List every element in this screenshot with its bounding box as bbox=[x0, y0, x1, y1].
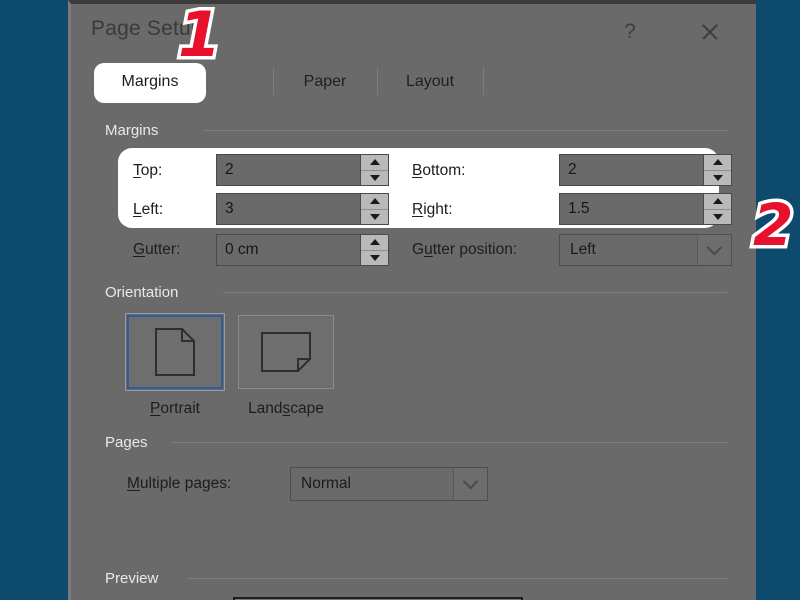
portrait-label-rest: ortrait bbox=[160, 400, 200, 417]
gutter-label: Gutter: bbox=[133, 241, 181, 258]
help-button[interactable]: ? bbox=[604, 4, 656, 59]
right-margin-increment-button[interactable] bbox=[704, 194, 731, 209]
close-icon bbox=[700, 22, 720, 42]
right-margin-label: Right: bbox=[412, 201, 453, 218]
left-margin-spin-buttons[interactable] bbox=[360, 194, 388, 224]
tab-layout-label: Layout bbox=[405, 72, 455, 90]
right-margin-value[interactable]: 1.5 bbox=[560, 194, 703, 224]
annotation-2-text: 2 bbox=[753, 191, 794, 259]
arrow-down-icon bbox=[712, 213, 723, 220]
page-setup-dialog: Page Setup ? Margins Paper Layout Margin… bbox=[68, 0, 756, 600]
bottom-margin-spin-buttons[interactable] bbox=[703, 155, 731, 185]
multiple-pages-dropdown-arrow[interactable] bbox=[453, 468, 487, 500]
left-margin-increment-button[interactable] bbox=[361, 194, 388, 209]
orientation-portrait-option[interactable] bbox=[125, 313, 225, 391]
chevron-down-icon bbox=[706, 239, 723, 255]
top-margin-value[interactable]: 2 bbox=[217, 155, 360, 185]
right-margin-spinner[interactable]: 1.5 bbox=[559, 193, 732, 225]
arrow-down-icon bbox=[369, 254, 380, 261]
bottom-margin-increment-button[interactable] bbox=[704, 155, 731, 170]
pages-group-label: Pages bbox=[105, 434, 148, 451]
tab-paper-label: Paper bbox=[303, 72, 347, 90]
top-margin-label: Top: bbox=[133, 162, 163, 179]
gutter-position-dropdown-arrow[interactable] bbox=[697, 235, 731, 265]
annotation-2: 2 2 bbox=[749, 191, 800, 266]
tab-separator bbox=[483, 67, 484, 95]
left-margin-spinner[interactable]: 3 bbox=[216, 193, 389, 225]
bottom-margin-decrement-button[interactable] bbox=[704, 169, 731, 185]
orientation-group-label: Orientation bbox=[105, 284, 179, 301]
top-margin-decrement-button[interactable] bbox=[361, 169, 388, 185]
close-button[interactable] bbox=[684, 4, 736, 59]
left-margin-label: Left: bbox=[133, 201, 164, 218]
top-margin-spinner[interactable]: 2 bbox=[216, 154, 389, 186]
right-margin-spin-buttons[interactable] bbox=[703, 194, 731, 224]
right-margin-decrement-button[interactable] bbox=[704, 208, 731, 224]
dialog-titlebar[interactable]: Page Setup ? bbox=[71, 4, 756, 59]
multiple-pages-dropdown[interactable]: Normal bbox=[290, 467, 488, 501]
orientation-portrait-label: Portrait bbox=[150, 400, 200, 417]
pages-group-rule bbox=[171, 442, 727, 443]
gutter-position-label: Gutter position: bbox=[412, 241, 518, 258]
portrait-page-icon bbox=[155, 328, 195, 376]
orientation-landscape-option[interactable] bbox=[238, 315, 334, 389]
tab-layout[interactable]: Layout bbox=[377, 59, 483, 104]
arrow-up-icon bbox=[712, 198, 723, 205]
bottom-margin-spinner[interactable]: 2 bbox=[559, 154, 732, 186]
gutter-value[interactable]: 0 cm bbox=[217, 235, 360, 265]
chevron-down-icon bbox=[462, 473, 479, 489]
arrow-down-icon bbox=[369, 174, 380, 181]
arrow-up-icon bbox=[712, 159, 723, 166]
arrow-up-icon bbox=[369, 239, 380, 246]
dialog-content: Margins Top: 2 Bottom: 2 Left: 3 Right: … bbox=[71, 104, 756, 600]
gutter-position-dropdown[interactable]: Left bbox=[559, 234, 732, 266]
annotation-1-text: 1 bbox=[178, 0, 222, 71]
arrow-down-icon bbox=[712, 174, 723, 181]
arrow-up-icon bbox=[369, 198, 380, 205]
orientation-landscape-label: Landscape bbox=[248, 400, 324, 417]
top-margin-increment-button[interactable] bbox=[361, 155, 388, 170]
margins-group-rule bbox=[203, 130, 727, 131]
tab-paper[interactable]: Paper bbox=[273, 59, 377, 104]
gutter-position-value: Left bbox=[570, 241, 596, 258]
top-margin-spin-buttons[interactable] bbox=[360, 155, 388, 185]
tab-margins-label: Margins bbox=[121, 72, 179, 90]
left-margin-value[interactable]: 3 bbox=[217, 194, 360, 224]
margins-group-label: Margins bbox=[105, 122, 159, 139]
preview-group-label: Preview bbox=[105, 570, 159, 587]
question-mark-icon: ? bbox=[624, 19, 636, 43]
gutter-increment-button[interactable] bbox=[361, 235, 388, 250]
bottom-margin-label: Bottom: bbox=[412, 162, 466, 179]
landscape-page-icon bbox=[261, 332, 311, 372]
annotation-1: 1 1 bbox=[174, 0, 248, 74]
orientation-group-rule bbox=[223, 292, 727, 293]
gutter-spin-buttons[interactable] bbox=[360, 235, 388, 265]
arrow-down-icon bbox=[369, 213, 380, 220]
gutter-decrement-button[interactable] bbox=[361, 249, 388, 265]
left-margin-decrement-button[interactable] bbox=[361, 208, 388, 224]
gutter-spinner[interactable]: 0 cm bbox=[216, 234, 389, 266]
dialog-tabs: Margins Paper Layout bbox=[71, 59, 756, 104]
multiple-pages-label: Multiple pages: bbox=[127, 475, 232, 492]
bottom-margin-value[interactable]: 2 bbox=[560, 155, 703, 185]
preview-group-rule bbox=[187, 578, 727, 579]
arrow-up-icon bbox=[369, 159, 380, 166]
multiple-pages-value: Normal bbox=[301, 475, 351, 492]
